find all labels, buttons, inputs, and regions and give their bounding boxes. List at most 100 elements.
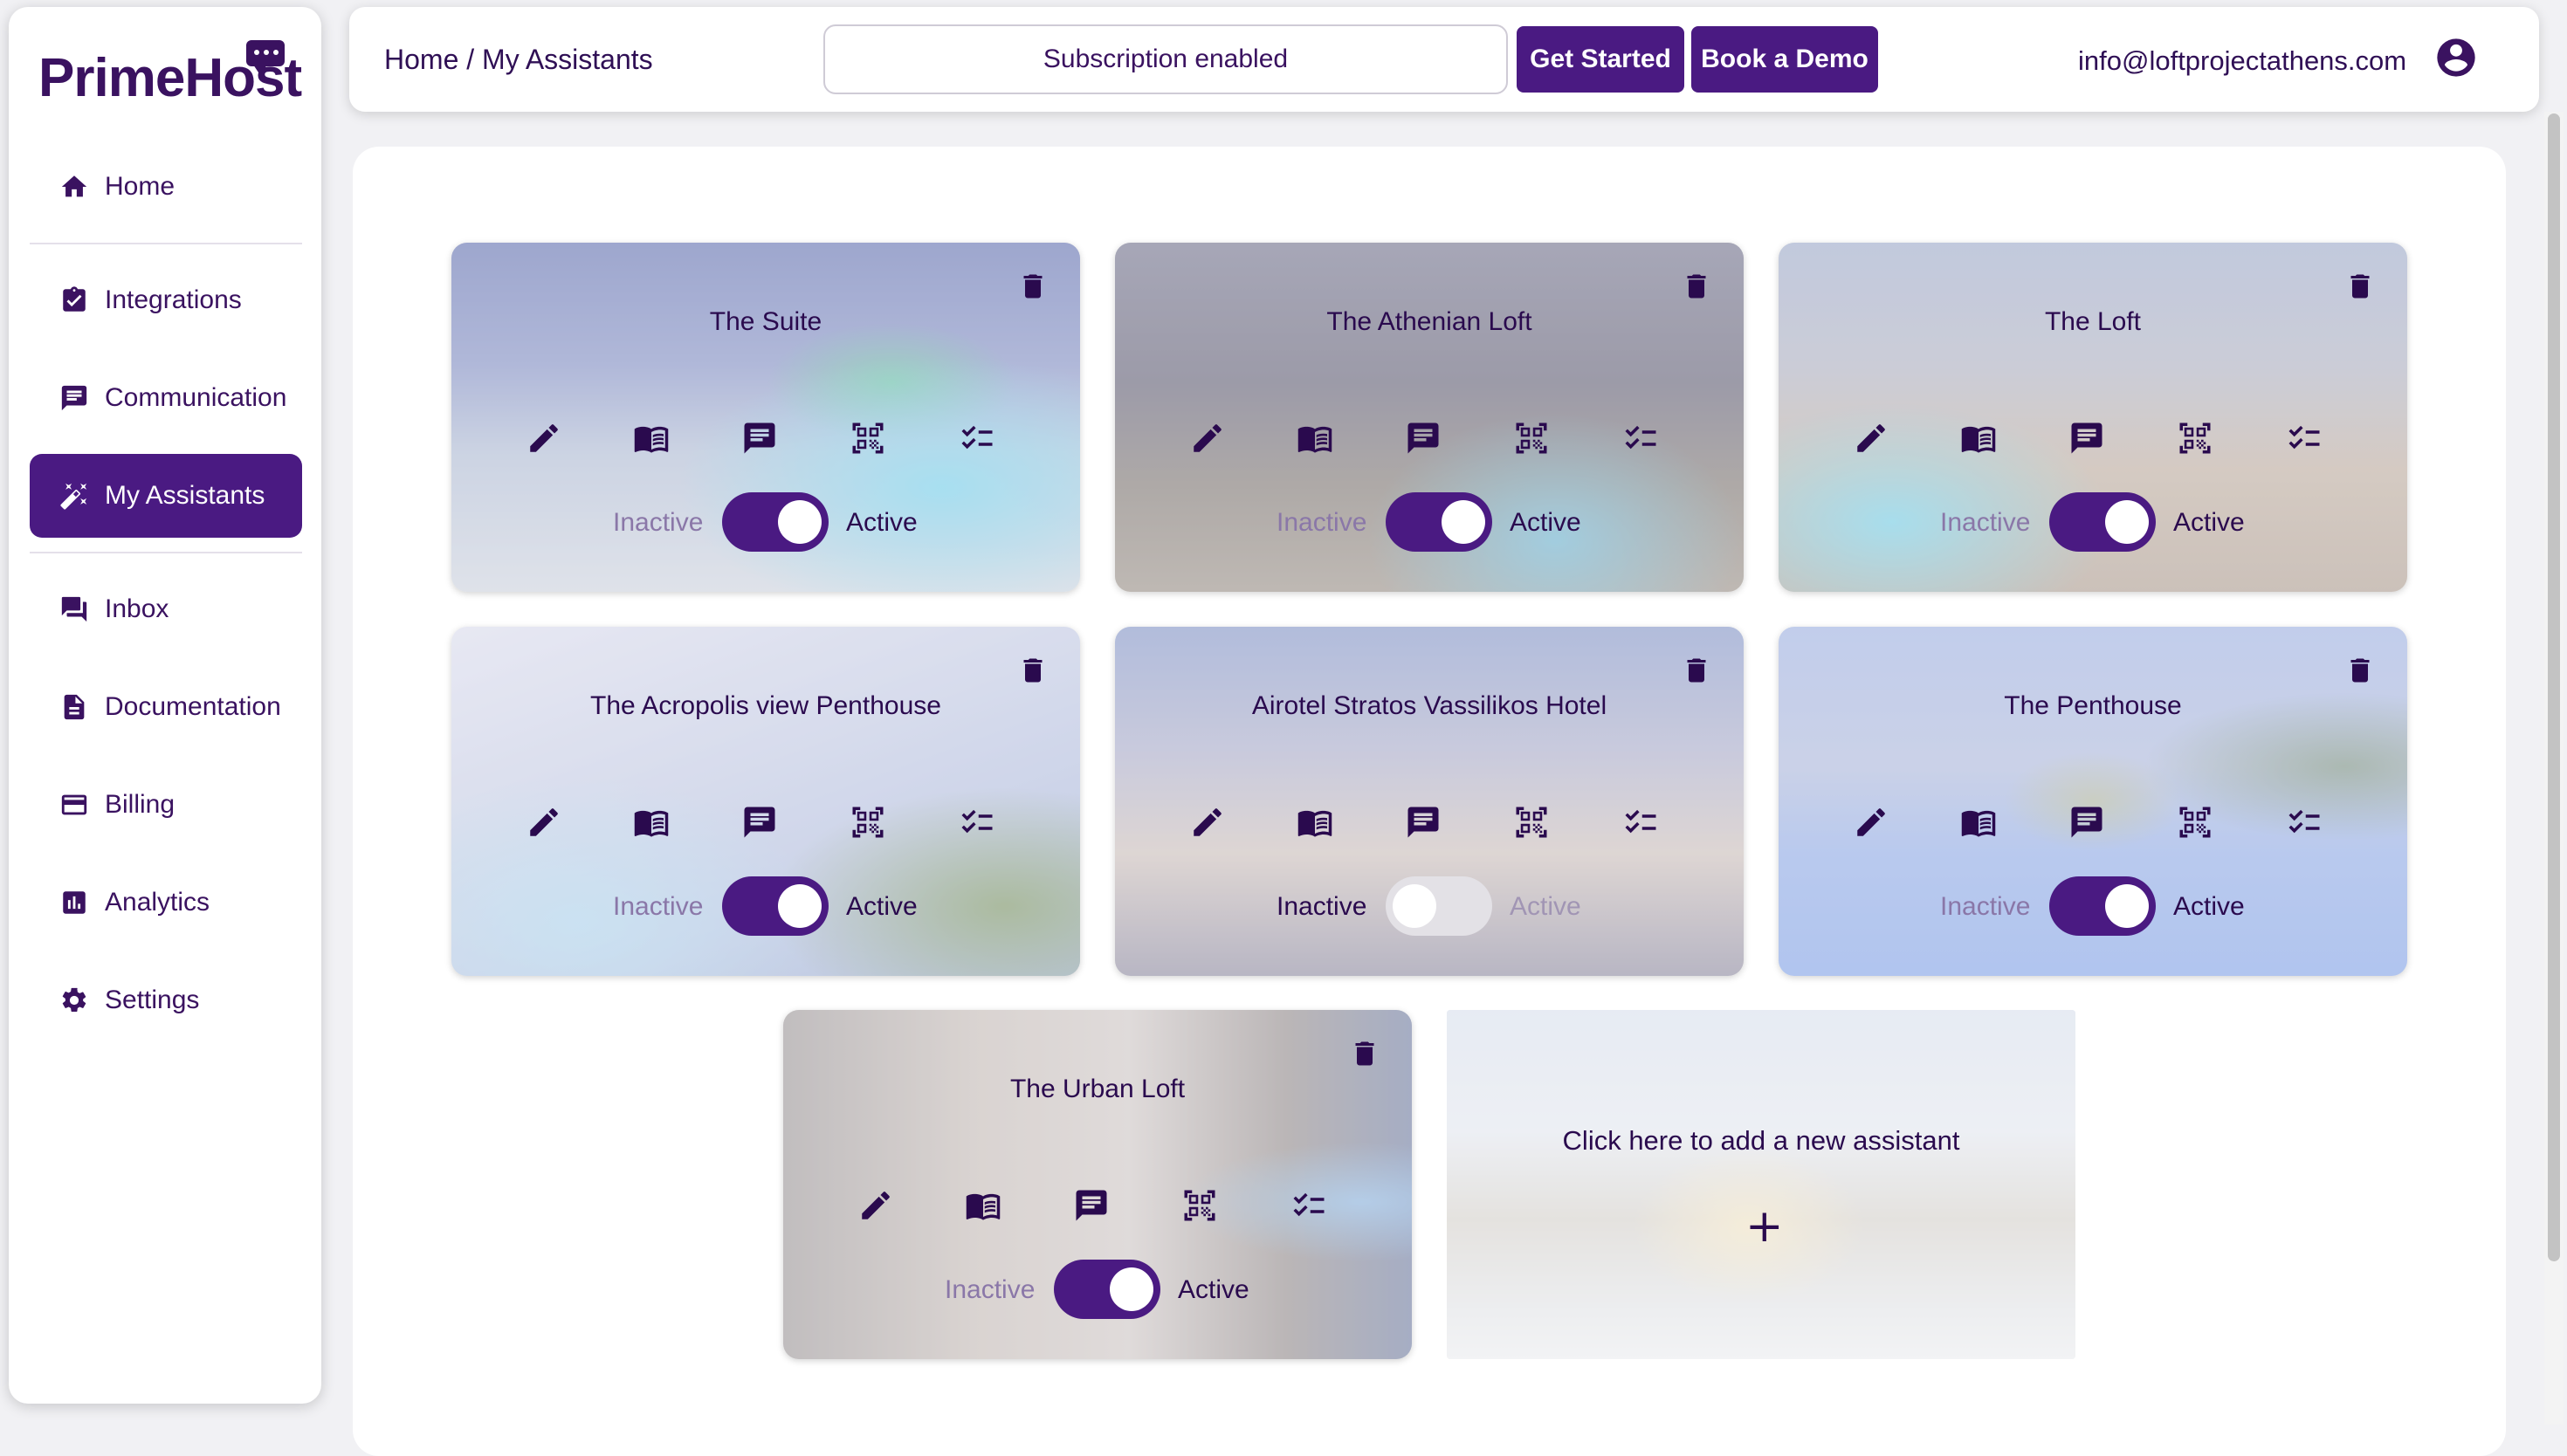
qr-code-icon[interactable] [847,417,889,459]
checklist-icon[interactable] [1620,801,1662,843]
delete-icon[interactable] [1681,653,1712,688]
qr-code-icon[interactable] [1511,801,1552,843]
knowledge-book-icon[interactable] [1958,801,1999,843]
home-icon [59,172,89,202]
active-toggle[interactable] [722,876,829,936]
inactive-label: Inactive [1940,508,2031,537]
breadcrumb: Home / My Assistants [384,44,653,75]
assistant-card[interactable]: The Acropolis view Penthouse Inactive Ac… [451,627,1080,976]
edit-icon[interactable] [1850,417,1892,459]
credit-card-icon [59,790,89,820]
top-header: Home / My Assistants Subscription enable… [349,7,2539,112]
sidebar-item-label: Inbox [105,594,169,623]
knowledge-book-icon[interactable] [630,417,672,459]
delete-icon[interactable] [1017,653,1049,688]
qr-code-icon[interactable] [1179,1185,1221,1226]
qr-code-icon[interactable] [2174,417,2216,459]
sidebar-item-label: Integrations [105,285,242,314]
subscription-status-field: Subscription enabled [823,24,1508,94]
active-toggle[interactable] [1054,1260,1160,1319]
primehost-logo[interactable]: PrimeHost [30,40,309,110]
plus-icon[interactable]: + [1745,1200,1784,1253]
knowledge-book-icon[interactable] [962,1185,1004,1226]
active-label: Active [846,508,918,537]
active-toggle[interactable] [722,492,829,552]
scrollbar-thumb[interactable] [2548,113,2560,1261]
edit-icon[interactable] [855,1185,897,1226]
edit-icon[interactable] [523,801,565,843]
divider [30,243,302,244]
sidebar-item-label: Settings [105,986,200,1014]
active-label: Active [2173,508,2245,537]
assistant-card[interactable]: The Urban Loft Inactive Active [783,1010,1412,1359]
knowledge-book-icon[interactable] [1958,417,1999,459]
analytics-icon [59,888,89,917]
chat-icon[interactable] [1402,801,1444,843]
sidebar-item-billing[interactable]: Billing [30,763,302,847]
chat-icon[interactable] [739,417,781,459]
qr-code-icon[interactable] [2174,801,2216,843]
sidebar-item-my-assistants[interactable]: My Assistants [30,454,302,538]
checklist-icon[interactable] [1288,1185,1330,1226]
active-label: Active [846,892,918,921]
book-demo-button[interactable]: Book a Demo [1691,26,1878,93]
chat-icon[interactable] [2066,801,2108,843]
assistant-name: The Acropolis view Penthouse [590,691,941,720]
get-started-button[interactable]: Get Started [1517,26,1684,93]
qr-code-icon[interactable] [847,801,889,843]
sidebar-item-settings[interactable]: Settings [30,958,302,1042]
chat-icon[interactable] [1402,417,1444,459]
sidebar-item-label: Home [105,172,175,201]
knowledge-book-icon[interactable] [1294,801,1336,843]
sidebar-item-documentation[interactable]: Documentation [30,665,302,749]
sidebar-item-home[interactable]: Home [30,145,302,229]
active-label: Active [2173,892,2245,921]
checklist-icon[interactable] [1620,417,1662,459]
edit-icon[interactable] [523,417,565,459]
assistant-card[interactable]: The Athenian Loft Inactive Active [1115,243,1744,592]
user-email[interactable]: info@loftprojectathens.com [2078,45,2406,77]
checklist-icon[interactable] [2283,801,2325,843]
delete-icon[interactable] [1017,269,1049,304]
chat-icon[interactable] [1070,1185,1112,1226]
inactive-label: Inactive [613,892,704,921]
chat-icon[interactable] [2066,417,2108,459]
knowledge-book-icon[interactable] [1294,417,1336,459]
edit-icon[interactable] [1187,417,1228,459]
active-toggle[interactable] [2049,492,2156,552]
user-account-icon[interactable] [2433,35,2479,80]
active-toggle[interactable] [1386,876,1492,936]
delete-icon[interactable] [2344,269,2376,304]
chat-icon [59,383,89,413]
inactive-label: Inactive [1940,892,2031,921]
integrations-icon [59,285,89,315]
gear-icon [59,986,89,1015]
sidebar: PrimeHost Home Integrations Communicatio… [9,7,321,1404]
chat-icon[interactable] [739,801,781,843]
inactive-label: Inactive [945,1275,1036,1304]
delete-icon[interactable] [1681,269,1712,304]
delete-icon[interactable] [2344,653,2376,688]
sidebar-item-label: Analytics [105,888,210,917]
delete-icon[interactable] [1349,1036,1380,1071]
active-label: Active [1510,892,1581,921]
sidebar-item-inbox[interactable]: Inbox [30,567,302,651]
active-toggle[interactable] [1386,492,1492,552]
assistant-card[interactable]: The Suite Inactive Active [451,243,1080,592]
active-toggle[interactable] [2049,876,2156,936]
add-assistant-card[interactable]: Click here to add a new assistant + [1447,1010,2075,1359]
edit-icon[interactable] [1850,801,1892,843]
assistant-card[interactable]: The Loft Inactive Active [1779,243,2407,592]
sidebar-item-communication[interactable]: Communication [30,356,302,440]
knowledge-book-icon[interactable] [630,801,672,843]
assistant-card[interactable]: Airotel Stratos Vassilikos Hotel Inactiv… [1115,627,1744,976]
assistant-card[interactable]: The Penthouse Inactive Active [1779,627,2407,976]
checklist-icon[interactable] [956,417,998,459]
checklist-icon[interactable] [2283,417,2325,459]
qr-code-icon[interactable] [1511,417,1552,459]
checklist-icon[interactable] [956,801,998,843]
sidebar-item-analytics[interactable]: Analytics [30,861,302,944]
edit-icon[interactable] [1187,801,1228,843]
sidebar-item-integrations[interactable]: Integrations [30,258,302,342]
sidebar-item-label: Billing [105,790,175,819]
